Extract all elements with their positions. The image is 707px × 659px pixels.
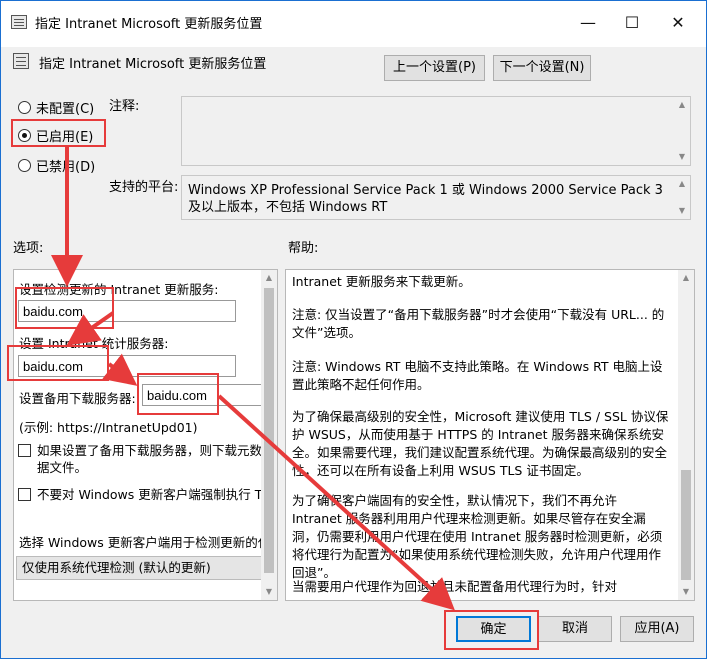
- proxy-behavior-label: 选择 Windows 更新客户端用于检测更新的代理行为: [19, 535, 277, 550]
- close-button[interactable]: ✕: [661, 9, 695, 37]
- title-bar: 指定 Intranet Microsoft 更新服务位置 — ☐ ✕: [1, 1, 706, 47]
- scroll-up-icon[interactable]: ▲: [674, 97, 690, 113]
- previous-setting-button[interactable]: 上一个设置(P): [384, 55, 485, 81]
- comment-label: 注释:: [109, 99, 140, 114]
- platform-label: 支持的平台:: [109, 180, 179, 195]
- scroll-down-icon[interactable]: ▼: [261, 584, 277, 600]
- radio-circle: [18, 101, 31, 114]
- minimize-button[interactable]: —: [571, 9, 605, 37]
- scroll-down-icon[interactable]: ▼: [674, 203, 690, 219]
- stats-server-label: 设置 Intranet 统计服务器:: [19, 336, 169, 351]
- platform-box: Windows XP Professional Service Pack 1 或…: [181, 175, 691, 220]
- checkbox-label: 不要对 Windows 更新客户端强制执行 TLS 证书固定: [37, 487, 277, 502]
- stats-server-input[interactable]: [18, 355, 236, 377]
- scroll-up-icon[interactable]: ▲: [674, 176, 690, 192]
- platform-text: Windows XP Professional Service Pack 1 或…: [188, 183, 663, 215]
- comment-scrollbar[interactable]: ▲ ▼: [674, 97, 690, 165]
- help-scrollbar[interactable]: ▲ ▼: [678, 270, 694, 600]
- update-server-input[interactable]: [18, 300, 236, 322]
- options-panel: 设置检测更新的 Intranet 更新服务: 设置 Intranet 统计服务器…: [13, 269, 278, 601]
- policy-dialog: 指定 Intranet Microsoft 更新服务位置 — ☐ ✕ 指定 In…: [0, 0, 707, 659]
- alt-download-label: 设置备用下载服务器:: [19, 391, 136, 406]
- scroll-down-icon[interactable]: ▼: [678, 584, 694, 600]
- ok-button[interactable]: 确定: [456, 616, 531, 642]
- tls-pinning-checkbox[interactable]: 不要对 Windows 更新客户端强制执行 TLS 证书固定: [18, 486, 277, 503]
- next-setting-button[interactable]: 下一个设置(N): [493, 55, 591, 81]
- options-label: 选项:: [13, 241, 44, 256]
- scroll-up-icon[interactable]: ▲: [261, 270, 277, 286]
- metadata-checkbox[interactable]: 如果设置了备用下载服务器，则下载元数据文件。: [18, 442, 263, 476]
- help-paragraph: 为了确保最高级别的安全性，Microsoft 建议使用 TLS / SSL 协议…: [292, 409, 669, 478]
- help-paragraph: 为了确保客户端固有的安全性，默认情况下，我们不再允许 Intranet 服务器利…: [292, 493, 663, 580]
- checkbox-box: [18, 444, 31, 457]
- help-paragraph: 注意: 仅当设置了“备用下载服务器”时才会使用“下载没有 URL... 的文件”…: [292, 307, 665, 340]
- help-paragraph: Intranet 更新服务来下载更新。: [292, 274, 471, 289]
- scroll-thumb[interactable]: [681, 470, 691, 580]
- platform-scrollbar[interactable]: ▲ ▼: [674, 176, 690, 219]
- policy-setting-icon: [13, 53, 29, 69]
- example-text: (示例: https://IntranetUpd01): [19, 420, 198, 435]
- policy-icon: [11, 15, 27, 29]
- scroll-down-icon[interactable]: ▼: [674, 149, 690, 165]
- proxy-behavior-dropdown[interactable]: 仅使用系统代理检测 (默认的更新): [16, 556, 262, 580]
- radio-circle: [18, 159, 31, 172]
- policy-name: 指定 Intranet Microsoft 更新服务位置: [39, 57, 267, 72]
- checkbox-label: 如果设置了备用下载服务器，则下载元数据文件。: [37, 443, 263, 475]
- help-panel: Intranet 更新服务来下载更新。 注意: 仅当设置了“备用下载服务器”时才…: [285, 269, 695, 601]
- checkbox-box: [18, 488, 31, 501]
- scroll-up-icon[interactable]: ▲: [678, 270, 694, 286]
- radio-not-configured[interactable]: 未配置(C): [18, 98, 94, 117]
- alt-download-input[interactable]: [142, 384, 262, 406]
- options-scrollbar[interactable]: ▲ ▼: [261, 270, 277, 600]
- radio-label: 未配置(C): [36, 102, 95, 117]
- radio-disabled[interactable]: 已禁用(D): [18, 156, 95, 175]
- cancel-button[interactable]: 取消: [538, 616, 612, 642]
- radio-label: 已启用(E): [36, 130, 94, 145]
- apply-button[interactable]: 应用(A): [620, 616, 694, 642]
- help-label: 帮助:: [288, 241, 319, 256]
- help-paragraph: 注意: Windows RT 电脑不支持此策略。在 Windows RT 电脑上…: [292, 359, 663, 392]
- maximize-button[interactable]: ☐: [615, 9, 649, 37]
- update-server-label: 设置检测更新的 Intranet 更新服务:: [19, 282, 219, 297]
- scroll-thumb[interactable]: [264, 288, 274, 573]
- radio-enabled[interactable]: 已启用(E): [18, 126, 93, 145]
- comment-textarea[interactable]: ▲ ▼: [181, 96, 691, 166]
- help-paragraph: 当需要用户代理作为回退并且未配置备用代理行为时，针对: [292, 579, 618, 594]
- radio-circle-selected: [18, 129, 31, 142]
- window-title: 指定 Intranet Microsoft 更新服务位置: [35, 17, 263, 32]
- radio-label: 已禁用(D): [36, 160, 96, 175]
